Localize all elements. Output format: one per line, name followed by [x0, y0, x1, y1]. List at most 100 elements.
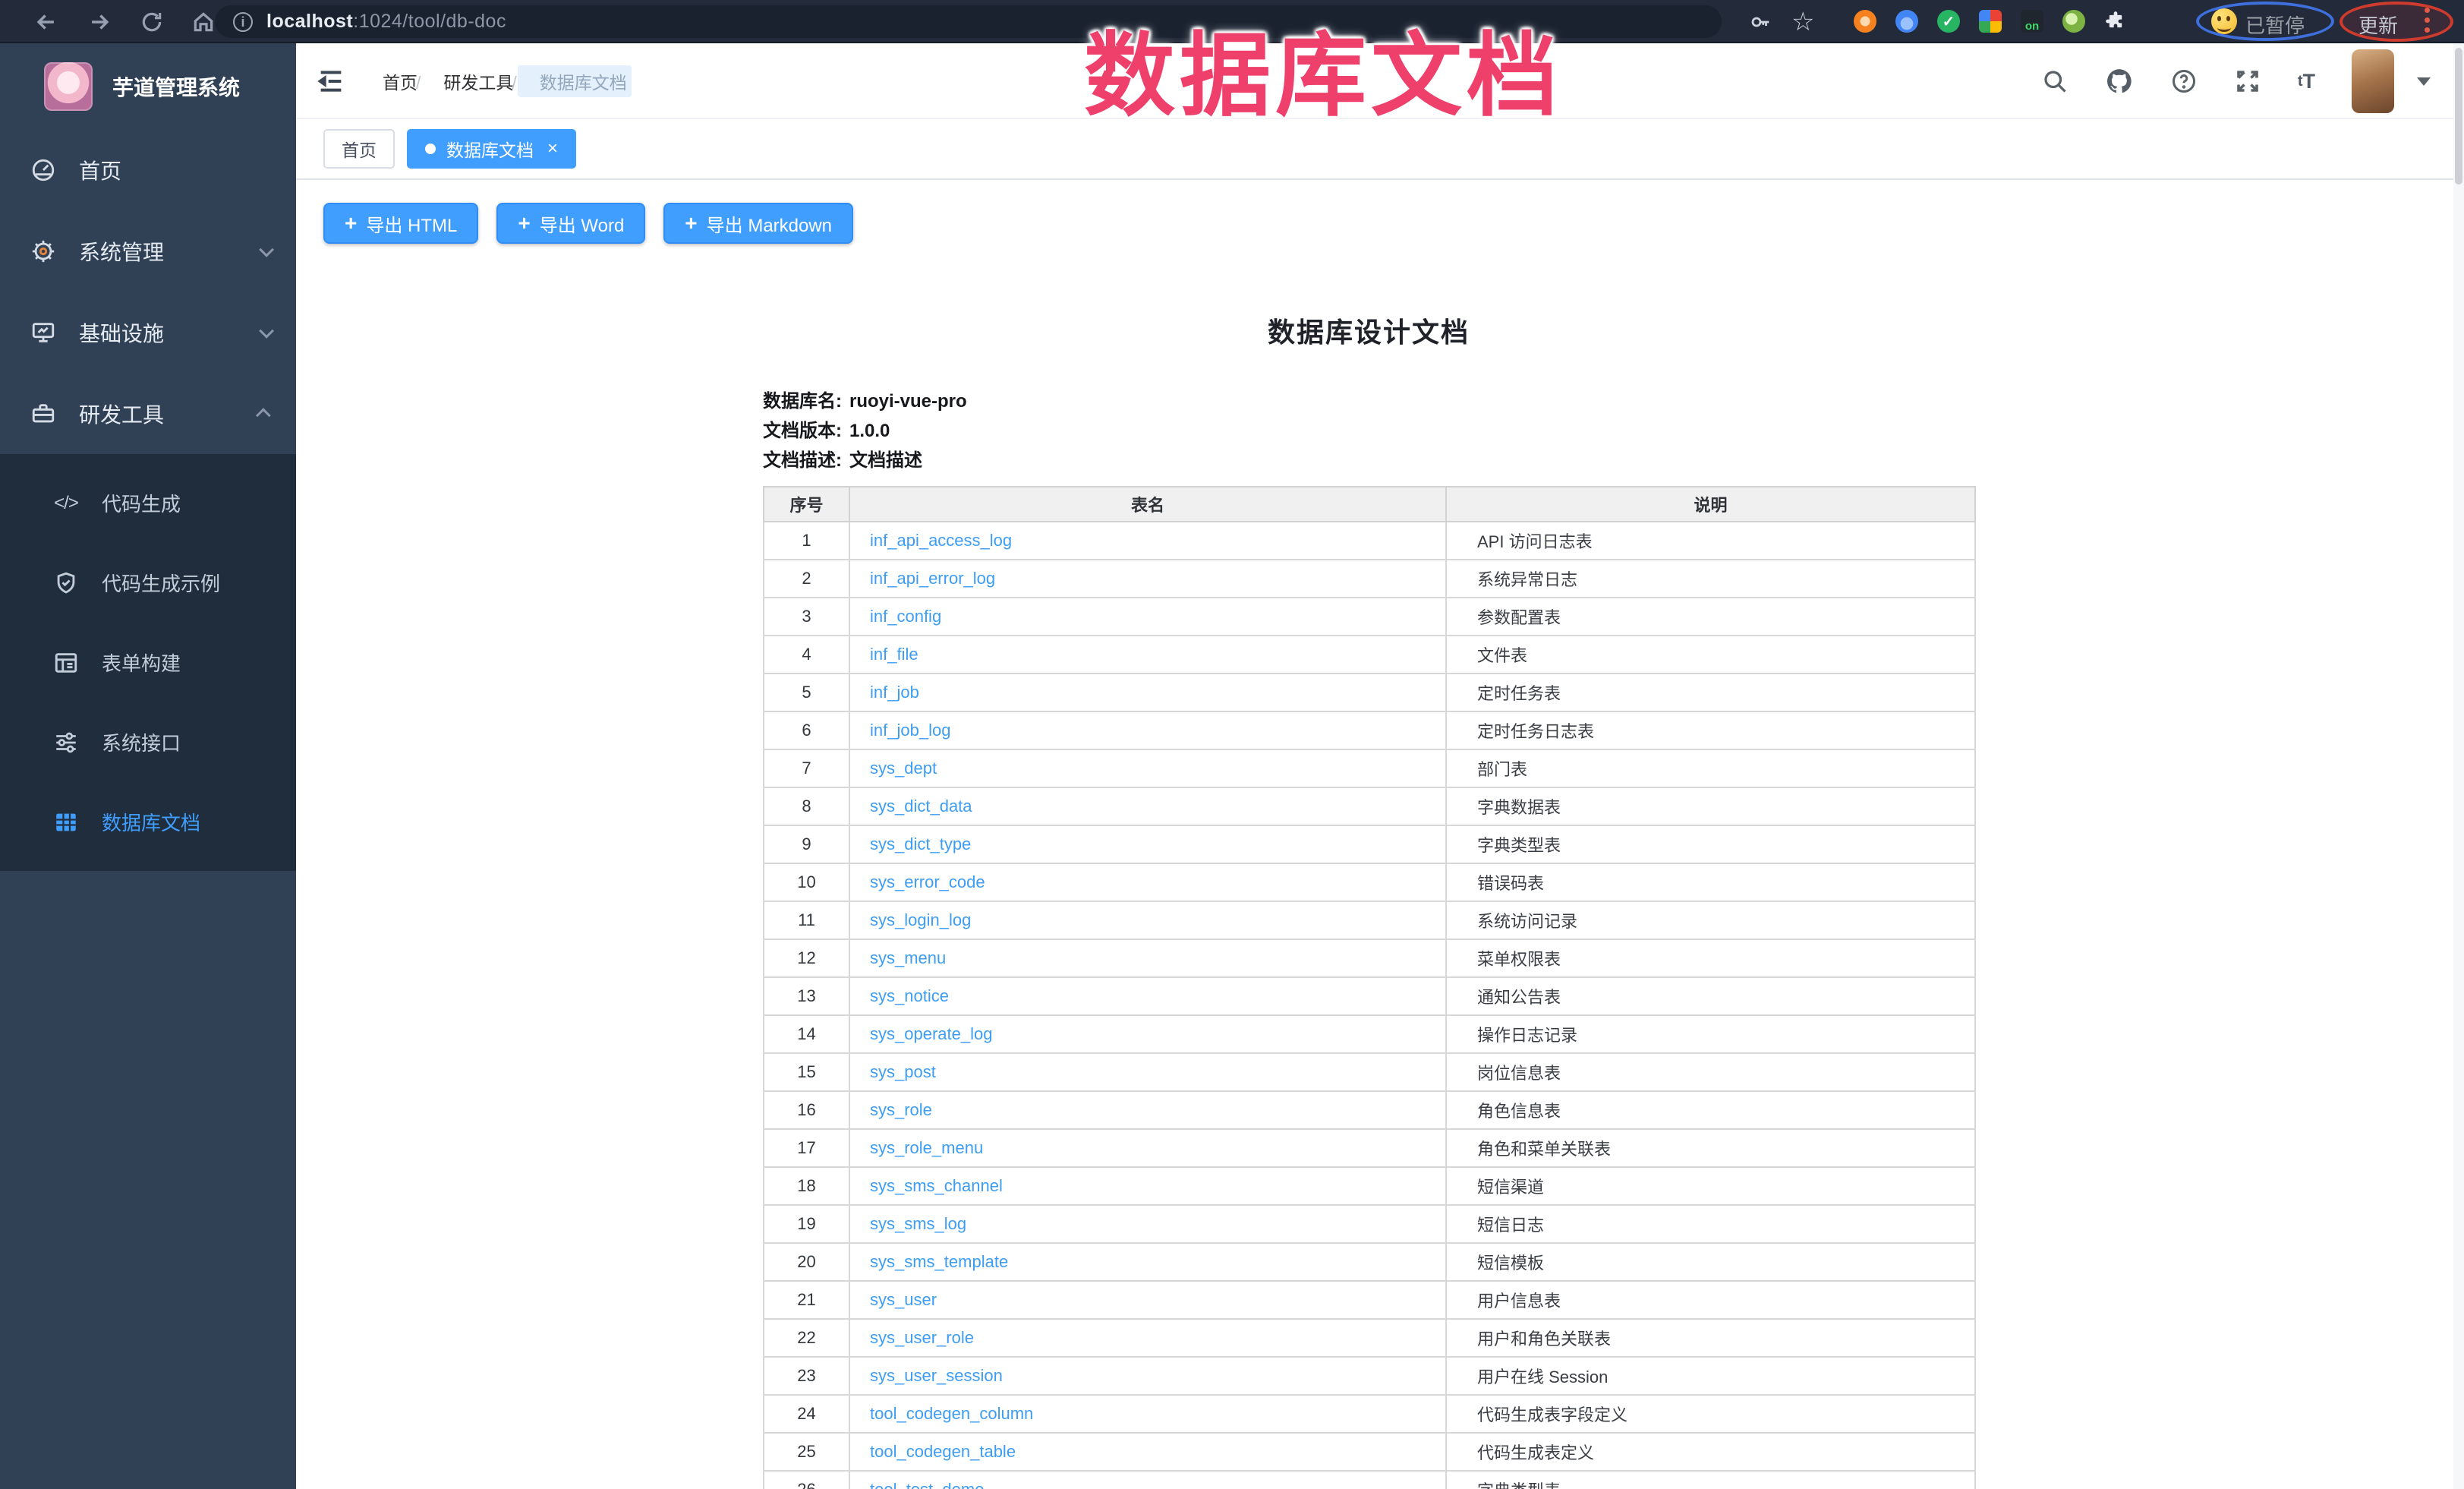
search-icon[interactable] — [2041, 68, 2069, 95]
browser-menu-icon[interactable] — [2425, 8, 2430, 33]
table-name-link[interactable]: sys_error_code — [870, 872, 985, 891]
table-name-link[interactable]: sys_user_role — [870, 1328, 974, 1347]
sidebar-menu-item[interactable]: 基础设施 — [0, 292, 296, 373]
row-index: 25 — [764, 1433, 849, 1471]
extension-icon-color-grid[interactable] — [1979, 10, 2002, 33]
table-name-link[interactable]: sys_notice — [870, 986, 949, 1005]
bookmark-star-icon[interactable]: ☆ — [1791, 0, 1814, 43]
sidebar-submenu-item[interactable]: 数据库文档 — [0, 782, 296, 862]
sidebar-collapse-icon[interactable] — [316, 66, 346, 100]
table-name-link[interactable]: inf_file — [870, 645, 918, 664]
table-row: 5 inf_job 定时任务表 — [764, 674, 1975, 711]
extension-icon-green-check[interactable]: ✓ — [1937, 10, 1960, 33]
extension-icon-on-badge[interactable]: on — [2021, 10, 2043, 33]
sidebar-submenu-label: 系统接口 — [102, 728, 181, 756]
app-logo-avatar — [44, 62, 93, 111]
export-button[interactable]: + 导出 Markdown — [663, 203, 853, 244]
gear-icon — [29, 237, 58, 266]
table-name-link[interactable]: tool_codegen_table — [870, 1442, 1016, 1461]
sidebar-menu-item[interactable]: 首页 — [0, 129, 296, 210]
table-row: 8 sys_dict_data 字典数据表 — [764, 787, 1975, 825]
table-name-link[interactable]: tool_test_demo — [870, 1480, 984, 1489]
table-row: 6 inf_job_log 定时任务日志表 — [764, 711, 1975, 749]
github-icon[interactable] — [2105, 67, 2134, 96]
extension-icon-puzzle[interactable] — [2104, 10, 2127, 33]
export-button[interactable]: + 导出 HTML — [323, 203, 478, 244]
tab-label: 首页 — [342, 136, 377, 162]
help-icon[interactable] — [2170, 68, 2198, 95]
table-name-link[interactable]: sys_post — [870, 1062, 936, 1081]
extension-icon-green-sprout[interactable] — [2062, 10, 2085, 33]
database-doc: 数据库设计文档 数据库名:ruoyi-vue-pro 文档版本:1.0.0 文档… — [763, 311, 1974, 1489]
table-name-link[interactable]: sys_dict_data — [870, 797, 972, 815]
plus-icon: + — [685, 213, 697, 234]
user-avatar[interactable] — [2352, 49, 2394, 113]
tab[interactable]: 首页 × — [323, 129, 395, 169]
sidebar-submenu-item[interactable]: 系统接口 — [0, 702, 296, 782]
tag-view-bar: 首页 × 数据库文档 × — [296, 119, 2464, 180]
table-name-link[interactable]: sys_login_log — [870, 910, 971, 929]
extension-icon-orange[interactable] — [1854, 10, 1876, 33]
row-description: 菜单权限表 — [1446, 939, 1975, 977]
row-description: 字典类型表 — [1446, 825, 1975, 863]
page-scrollbar[interactable] — [2453, 43, 2464, 1489]
table-row: 21 sys_user 用户信息表 — [764, 1281, 1975, 1319]
address-bar[interactable]: i localhost:1024/tool/db-doc — [215, 5, 1722, 38]
tab[interactable]: 数据库文档 × — [407, 129, 576, 169]
user-menu-caret-icon[interactable] — [2417, 77, 2431, 86]
password-key-icon[interactable] — [1749, 0, 1772, 43]
export-button[interactable]: + 导出 Word — [496, 203, 645, 244]
sidebar-submenu-label: 数据库文档 — [102, 808, 200, 836]
row-index: 16 — [764, 1091, 849, 1129]
table-name-link[interactable]: sys_user — [870, 1290, 937, 1309]
table-name-link[interactable]: sys_role_menu — [870, 1138, 983, 1157]
table-name-link[interactable]: sys_dict_type — [870, 834, 971, 853]
table-name-link[interactable]: inf_job_log — [870, 721, 950, 740]
browser-forward-icon[interactable] — [87, 0, 112, 43]
browser-back-icon[interactable] — [33, 0, 59, 43]
browser-reload-icon[interactable] — [140, 0, 164, 43]
sliders-icon — [53, 730, 79, 756]
browser-home-icon[interactable] — [191, 0, 216, 43]
font-size-icon[interactable]: tT — [2298, 70, 2315, 93]
row-index: 11 — [764, 901, 849, 939]
row-index: 18 — [764, 1167, 849, 1205]
site-info-icon[interactable]: i — [233, 12, 253, 32]
sidebar-submenu-item[interactable]: 表单构建 — [0, 623, 296, 702]
table-name-link[interactable]: sys_user_session — [870, 1366, 1003, 1385]
extension-icon-blue-drop[interactable] — [1895, 10, 1918, 33]
table-name-link[interactable]: sys_sms_template — [870, 1252, 1008, 1271]
sidebar-menu-item[interactable]: 系统管理 — [0, 210, 296, 292]
sidebar-logo-row[interactable]: 芋道管理系统 — [0, 43, 296, 129]
table-name-link[interactable]: sys_role — [870, 1100, 932, 1119]
row-index: 9 — [764, 825, 849, 863]
table-name-link[interactable]: inf_api_error_log — [870, 569, 995, 588]
scrollbar-thumb[interactable] — [2455, 48, 2462, 185]
row-description: API 访问日志表 — [1446, 522, 1975, 560]
table-name-link[interactable]: tool_codegen_column — [870, 1404, 1033, 1423]
table-name-link[interactable]: sys_sms_channel — [870, 1176, 1003, 1195]
sidebar-submenu-item[interactable]: 代码生成示例 — [0, 543, 296, 623]
sidebar-menu-item[interactable]: 研发工具 — [0, 373, 296, 454]
browser-update-button[interactable]: 更新 — [2358, 11, 2398, 39]
breadcrumb-item[interactable]: 研发工具 — [422, 65, 518, 97]
row-description: 代码生成表定义 — [1446, 1433, 1975, 1471]
breadcrumb-item[interactable]: 数据库文档 — [518, 65, 631, 97]
table-name-link[interactable]: inf_job — [870, 683, 919, 702]
table-name-link[interactable]: sys_operate_log — [870, 1024, 992, 1043]
row-index: 24 — [764, 1395, 849, 1433]
tab-close-icon[interactable]: × — [547, 140, 558, 158]
table-row: 7 sys_dept 部门表 — [764, 749, 1975, 787]
sidebar-item-label: 研发工具 — [79, 399, 164, 429]
table-name-link[interactable]: sys_menu — [870, 948, 946, 967]
fullscreen-icon[interactable] — [2234, 68, 2261, 95]
row-description: 定时任务表 — [1446, 674, 1975, 711]
table-name-link[interactable]: inf_api_access_log — [870, 531, 1012, 550]
sidebar-submenu-item[interactable]: </> 代码生成 — [0, 463, 296, 543]
table-name-link[interactable]: inf_config — [870, 607, 941, 626]
sidebar-submenu-label: 代码生成示例 — [102, 569, 220, 597]
table-name-link[interactable]: sys_sms_log — [870, 1214, 966, 1233]
row-description: 短信渠道 — [1446, 1167, 1975, 1205]
table-name-link[interactable]: sys_dept — [870, 759, 937, 778]
table-row: 25 tool_codegen_table 代码生成表定义 — [764, 1433, 1975, 1471]
